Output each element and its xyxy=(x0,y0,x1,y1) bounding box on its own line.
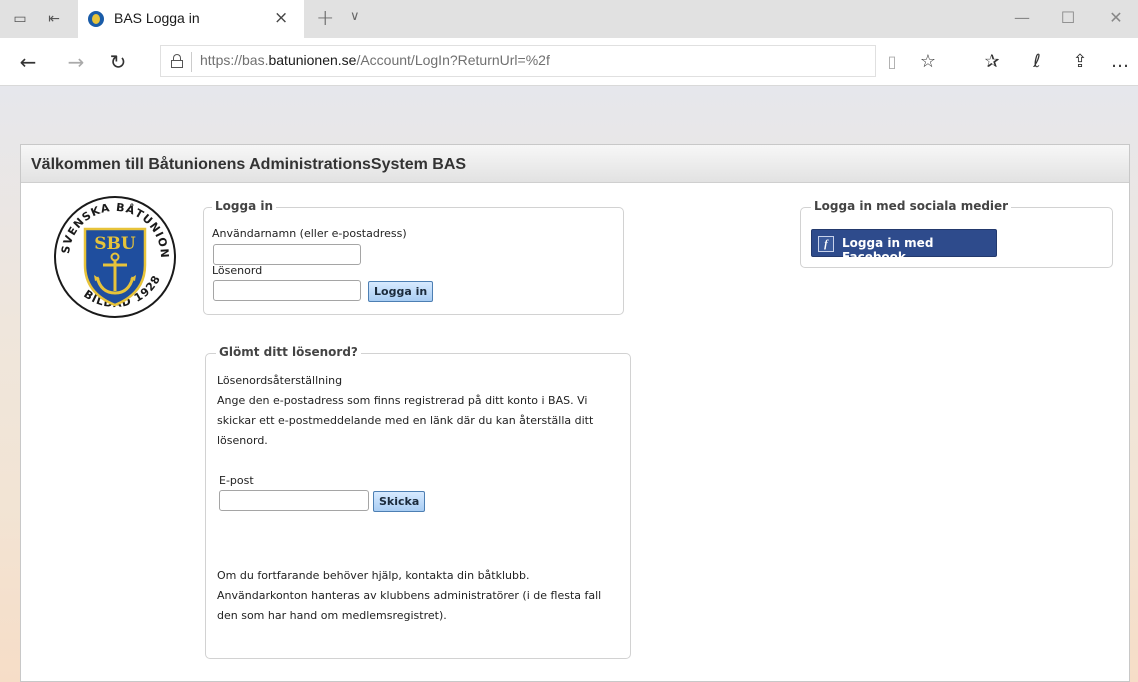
password-label: Lösenord xyxy=(212,264,263,277)
main-panel: Välkommen till Båtunionens Administratio… xyxy=(20,144,1130,682)
help-text-line-1: Om du fortfarande behöver hjälp, kontakt… xyxy=(217,569,530,582)
favorites-hub-icon[interactable]: ✰ xyxy=(980,50,1004,74)
minimize-icon[interactable]: — xyxy=(1012,8,1032,27)
reading-view-icon[interactable]: ▯ xyxy=(880,50,904,74)
reset-text-line-2: skickar ett e-postmeddelande med en länk… xyxy=(217,414,594,427)
reset-text-line-3: lösenord. xyxy=(217,434,268,447)
social-legend: Logga in med sociala medier xyxy=(811,199,1012,213)
new-tab-icon[interactable]: + xyxy=(316,6,334,31)
login-legend: Logga in xyxy=(212,199,277,213)
reset-text-line-1: Ange den e-postadress som finns registre… xyxy=(217,394,588,407)
close-window-icon[interactable]: ✕ xyxy=(1106,8,1126,27)
more-menu-icon[interactable]: … xyxy=(1108,50,1132,74)
share-icon[interactable]: ⇪ xyxy=(1068,50,1092,74)
help-text-line-2: Användarkonton hanteras av klubbens admi… xyxy=(217,589,602,602)
tab-close-icon[interactable]: × xyxy=(274,8,288,28)
facebook-icon: f xyxy=(818,236,834,252)
facebook-login-button[interactable]: f Logga in med Facebook xyxy=(811,229,997,264)
login-button[interactable]: Logga in xyxy=(368,281,434,302)
refresh-icon[interactable]: ↻ xyxy=(106,50,130,74)
send-button[interactable]: Skicka xyxy=(373,491,426,512)
back-arrow-icon[interactable]: ← xyxy=(16,50,40,74)
password-input[interactable] xyxy=(213,280,361,301)
page-background: Välkommen till Båtunionens Administratio… xyxy=(0,86,1138,682)
favorite-star-icon[interactable]: ☆ xyxy=(916,50,940,74)
browser-tab-active[interactable]: BAS Logga in × xyxy=(78,0,304,38)
login-fieldset: Logga in Användarnamn (eller e-postadres… xyxy=(203,199,624,315)
tab-actions-icon[interactable]: ▭ xyxy=(12,11,28,27)
set-tabs-aside-icon[interactable]: ⇤ xyxy=(46,11,62,27)
social-login-fieldset: Logga in med sociala medier f Logga in m… xyxy=(800,199,1113,268)
username-label: Användarnamn (eller e-postadress) xyxy=(212,227,407,240)
url-text[interactable]: https://bas.batunionen.se/Account/LogIn?… xyxy=(200,52,550,68)
page-title: Välkommen till Båtunionens Administratio… xyxy=(31,156,467,173)
tab-title: BAS Logga in xyxy=(114,10,200,26)
email-input[interactable] xyxy=(219,490,369,511)
panel-header: Välkommen till Båtunionens Administratio… xyxy=(21,145,1129,183)
forgot-legend: Glömt ditt lösenord? xyxy=(216,345,361,359)
sbu-favicon-icon xyxy=(88,11,104,27)
logo-sbu-text: SBU xyxy=(94,234,136,254)
reset-heading: Lösenordsåterställning xyxy=(217,374,343,387)
browser-title-bar: ▭ ⇤ BAS Logga in × + ∨ — ☐ ✕ xyxy=(0,0,1138,38)
email-label: E-post xyxy=(219,474,254,487)
lock-icon xyxy=(171,54,183,68)
username-input[interactable] xyxy=(213,244,361,265)
forward-arrow-icon[interactable]: → xyxy=(64,50,88,74)
tab-list-chevron-icon[interactable]: ∨ xyxy=(350,9,360,24)
browser-toolbar: ← → ↻ https://bas.batunionen.se/Account/… xyxy=(0,38,1138,86)
facebook-login-label: Logga in med Facebook xyxy=(842,236,934,264)
forgot-password-fieldset: Glömt ditt lösenord? Lösenordsåterställn… xyxy=(205,345,631,659)
web-note-pen-icon[interactable]: ℓ xyxy=(1025,50,1049,74)
maximize-icon[interactable]: ☐ xyxy=(1058,8,1078,27)
address-bar[interactable]: https://bas.batunionen.se/Account/LogIn?… xyxy=(160,45,876,77)
help-text-line-3: den som har hand om medlemsregistret). xyxy=(217,609,447,622)
sbu-logo: SVENSKA BÅTUNIONEN BILDAD 1928 SBU xyxy=(51,193,176,318)
